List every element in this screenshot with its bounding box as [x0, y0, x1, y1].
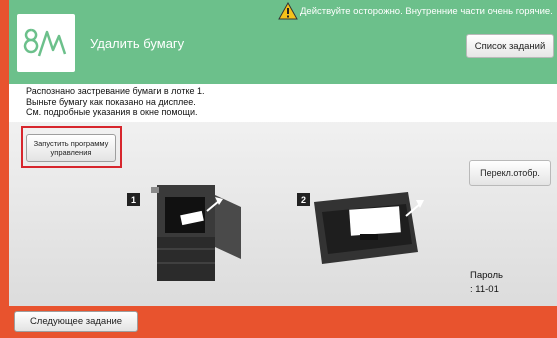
step-2-badge: 2	[297, 193, 310, 206]
warning-triangle-icon	[278, 2, 298, 20]
page-title: Удалить бумагу	[90, 36, 185, 51]
step-1-badge: 1	[127, 193, 140, 206]
instruction-message: Распознано застревание бумаги в лотке 1.…	[26, 86, 205, 118]
warning-text: Действуйте осторожно. Внутренние части о…	[300, 6, 553, 17]
message-line: Распознано застревание бумаги в лотке 1.	[26, 86, 205, 96]
password-value: : 11-01	[470, 284, 499, 295]
start-guide-button[interactable]: Запустить программу управления	[26, 134, 116, 162]
message-line: Выньте бумагу как показано на дисплее.	[26, 96, 196, 107]
paper-jam-logo	[17, 14, 75, 72]
job-list-button[interactable]: Список заданий	[466, 34, 554, 58]
printer-open-door-illustration	[151, 185, 241, 281]
next-job-button[interactable]: Следующее задание	[14, 311, 138, 332]
password-label: Пароль	[470, 270, 503, 281]
guide-button-line2: управления	[50, 148, 92, 157]
switch-display-button[interactable]: Перекл.отобр.	[469, 160, 551, 186]
message-line: См. подробные указания в окне помощи.	[26, 107, 198, 117]
tray-pull-out-illustration	[314, 192, 424, 264]
guide-button-line1: Запустить программу	[33, 139, 109, 148]
